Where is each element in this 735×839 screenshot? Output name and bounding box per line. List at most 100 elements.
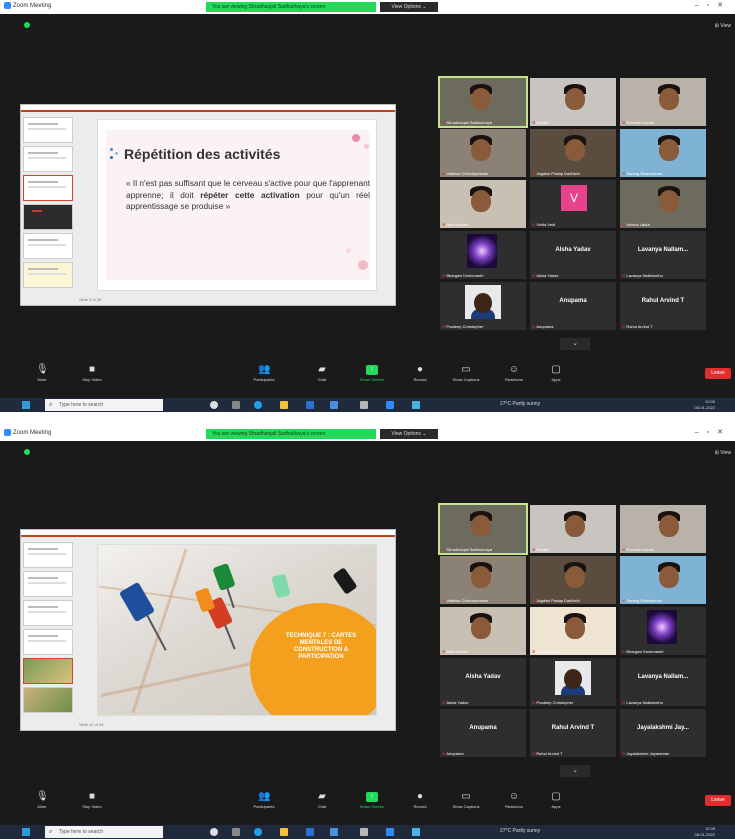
- chevron-down-icon[interactable]: ⌄: [560, 765, 590, 777]
- slide-thumbnail[interactable]: [23, 571, 73, 597]
- participant-tile[interactable]: ✕Jagdish Pratap Dadhichi: [530, 556, 616, 604]
- slide-thumbnail[interactable]: [23, 262, 73, 288]
- zoom-taskbar-icon[interactable]: [386, 401, 394, 409]
- chat-button[interactable]: ▰ Chat: [302, 792, 342, 810]
- cortana-icon[interactable]: [210, 828, 218, 836]
- taskbar-search-input[interactable]: ⌕ Type here to search: [45, 399, 163, 411]
- mail-icon[interactable]: [306, 401, 314, 409]
- zoom-taskbar-icon[interactable]: [386, 828, 394, 836]
- participant-name-label: ✕Ankit Kesari: [442, 222, 468, 227]
- share-screen-button[interactable]: ↑ Share Screen: [352, 365, 392, 382]
- app-icon[interactable]: [412, 401, 420, 409]
- task-view-icon[interactable]: [232, 828, 240, 836]
- store-icon[interactable]: [330, 401, 338, 409]
- participant-tile[interactable]: ✕Anisha Lakra: [620, 180, 706, 228]
- view-options-button[interactable]: View Options ⌄: [380, 2, 438, 12]
- slide-thumbnail[interactable]: [23, 629, 73, 655]
- participant-tile[interactable]: ✕Ranjita: [530, 505, 616, 553]
- show-captions-button[interactable]: ▭ Show Captions: [446, 792, 486, 810]
- app-icon[interactable]: [360, 828, 368, 836]
- mute-button[interactable]: 🎙 Mute: [22, 365, 62, 383]
- participant-tile[interactable]: V ✕Vinita Vedi: [530, 180, 616, 228]
- participants-button[interactable]: 👥 Participants: [244, 792, 284, 810]
- participant-tile[interactable]: Anupama ✕Anupama: [530, 282, 616, 330]
- file-explorer-icon[interactable]: [280, 828, 288, 836]
- window-controls[interactable]: –▫✕: [695, 1, 731, 9]
- app-icon[interactable]: [412, 828, 420, 836]
- reactions-button[interactable]: ☺ Reactions: [494, 365, 534, 383]
- windows-taskbar: ⌕ Type here to search 27°C Partly sunny 1…: [0, 398, 735, 412]
- app-icon[interactable]: [360, 401, 368, 409]
- participant-tile[interactable]: Alsha Yadav ✕Aisha Yadav: [440, 658, 526, 706]
- participant-tile[interactable]: ✕Bhargavi Keshmantri: [440, 231, 526, 279]
- clock[interactable]: 12:05 08-01-2022: [695, 826, 715, 838]
- chevron-down-icon[interactable]: ⌄: [560, 338, 590, 350]
- participant-tile[interactable]: Anupama ✕Anupama: [440, 709, 526, 757]
- security-shield-icon[interactable]: [24, 22, 30, 28]
- slide-thumbnail[interactable]: [23, 233, 73, 259]
- edge-icon[interactable]: [254, 828, 262, 836]
- slide-thumbnail[interactable]: [23, 687, 73, 713]
- view-button[interactable]: ⊞ View: [715, 450, 731, 456]
- participant-tile[interactable]: ✕Romesh Kumar: [620, 505, 706, 553]
- edge-icon[interactable]: [254, 401, 262, 409]
- security-shield-icon[interactable]: [24, 449, 30, 455]
- slide-thumbnail[interactable]: [23, 658, 73, 684]
- file-explorer-icon[interactable]: [280, 401, 288, 409]
- taskbar-search-input[interactable]: ⌕ Type here to search: [45, 826, 163, 838]
- window-controls[interactable]: –▫✕: [695, 428, 731, 436]
- slide-thumbnail[interactable]: [23, 600, 73, 626]
- slide-thumbnail[interactable]: [23, 175, 73, 201]
- view-button[interactable]: ⊞ View: [715, 23, 731, 29]
- slide-thumbnail[interactable]: [23, 542, 73, 568]
- participant-tile[interactable]: ✕Anisha Lakra: [530, 607, 616, 655]
- participant-tile[interactable]: Lavanya Nallam... ✕Lavanya Nallamothu: [620, 231, 706, 279]
- leave-button[interactable]: Leave: [705, 795, 731, 806]
- participant-tile[interactable]: ✕Vaibhav Chinchpurwale: [440, 129, 526, 177]
- participant-tile[interactable]: ✕Ranjita: [530, 78, 616, 126]
- slide-thumbnail[interactable]: [23, 117, 73, 143]
- apps-button[interactable]: ▢ Apps: [536, 365, 576, 383]
- mail-icon[interactable]: [306, 828, 314, 836]
- participant-tile[interactable]: Alsha Yadav ✕Aisha Yadav: [530, 231, 616, 279]
- share-screen-button[interactable]: ↑ Share Screen: [352, 792, 392, 809]
- participant-tile[interactable]: ✕Bhargavi Keshmantri: [620, 607, 706, 655]
- cortana-icon[interactable]: [210, 401, 218, 409]
- task-view-icon[interactable]: [232, 401, 240, 409]
- participant-tile[interactable]: ✕Sarang Shahmohan: [620, 129, 706, 177]
- participant-tile[interactable]: Rahul Arvind T ✕Rahul Arvind T: [620, 282, 706, 330]
- participant-tile[interactable]: ✕Romesh Kumar: [620, 78, 706, 126]
- windows-start-icon[interactable]: [22, 401, 30, 409]
- record-button[interactable]: ● Record: [400, 365, 440, 383]
- record-button[interactable]: ● Record: [400, 792, 440, 810]
- participant-tile[interactable]: Lavanya Nallam... ✕Lavanya Nallamothu: [620, 658, 706, 706]
- participant-tile[interactable]: ✕Ankit Kesari: [440, 607, 526, 655]
- reactions-button[interactable]: ☺ Reactions: [494, 792, 534, 810]
- participant-tile[interactable]: ✕Sarang Shahmohan: [620, 556, 706, 604]
- weather-widget[interactable]: 27°C Partly sunny: [500, 828, 540, 834]
- windows-start-icon[interactable]: [22, 828, 30, 836]
- leave-button[interactable]: Leave: [705, 368, 731, 379]
- show-captions-button[interactable]: ▭ Show Captions: [446, 365, 486, 383]
- participant-tile[interactable]: Jayalakshmi Jay... ✕Jayalakshmi Jayaraman: [620, 709, 706, 757]
- view-options-button[interactable]: View Options ⌄: [380, 429, 438, 439]
- participant-tile[interactable]: ✕Pradeep Christopher: [440, 282, 526, 330]
- mute-button[interactable]: 🎙 Mute: [22, 792, 62, 810]
- slide-thumbnail[interactable]: [23, 146, 73, 172]
- stop-video-button[interactable]: ■ Stop Video: [72, 792, 112, 810]
- apps-button[interactable]: ▢ Apps: [536, 792, 576, 810]
- participant-tile[interactable]: ✕Shradhanjali Sadhukhaya: [438, 76, 528, 128]
- participant-tile[interactable]: ✕Pradeep Christopher: [530, 658, 616, 706]
- store-icon[interactable]: [330, 828, 338, 836]
- participant-tile[interactable]: Rahul Arvind T ✕Rahul Arvind T: [530, 709, 616, 757]
- participant-tile[interactable]: ✕Ankit Kesari: [440, 180, 526, 228]
- participants-button[interactable]: 👥 Participants: [244, 365, 284, 383]
- participant-tile[interactable]: ✕Vaibhav Chinchpurwale: [440, 556, 526, 604]
- participant-tile[interactable]: ✕Shradhanjali Sadhukhaya: [438, 503, 528, 555]
- chat-button[interactable]: ▰ Chat: [302, 365, 342, 383]
- slide-thumbnail[interactable]: [23, 204, 73, 230]
- weather-widget[interactable]: 27°C Partly sunny: [500, 401, 540, 407]
- participant-tile[interactable]: ✕Jagdish Pratap Dadhichi: [530, 129, 616, 177]
- stop-video-button[interactable]: ■ Stop Video: [72, 365, 112, 383]
- clock[interactable]: 12:05 08-01-2022: [695, 399, 715, 411]
